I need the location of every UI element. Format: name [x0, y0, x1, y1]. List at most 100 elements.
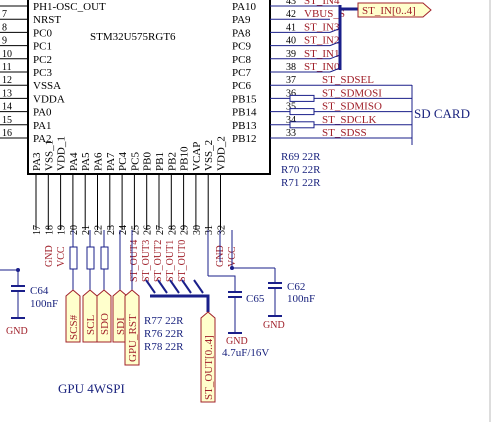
pin-name: PA6 [93, 152, 105, 171]
port-sdo-label: SDO [99, 313, 111, 335]
bottom-pin: PB1 27 [154, 152, 166, 235]
pin-number: 15 [2, 115, 12, 126]
port-scl-label: SCL [85, 315, 97, 335]
bottom-pin: PB10 29 [179, 146, 191, 235]
bottom-pin: PA4 20 [68, 152, 80, 235]
pin-name: PB0 [142, 152, 154, 171]
pin-number: 26 [143, 225, 154, 235]
pin-number: 18 [44, 225, 55, 235]
pin-name: VSS_1 [43, 140, 55, 171]
pin-number: 38 [286, 62, 296, 73]
bottom-pin: VDD_2 32 [216, 136, 228, 235]
sd-resistor-2 [289, 108, 315, 116]
gnd-c65: GND [226, 336, 248, 347]
r69-ref: R69 [281, 151, 300, 163]
bottom-pin: PC424 [117, 152, 129, 235]
pin-name: PA5 [80, 152, 92, 171]
net-label: ST_IN1 [304, 48, 339, 60]
bottom-pin: PA7 23 [105, 152, 117, 235]
gpu-resistors [69, 230, 133, 290]
pin-name: PC7 [232, 67, 251, 79]
net-label: ST_IN2 [304, 35, 339, 47]
right-pins: PA10 43 ST_IN4PA9 42 VBUS_SPA8 41 ST_IN3PC9 40 S… [232, 0, 412, 145]
pin-name: PB14 [232, 107, 257, 119]
pin-number: 39 [286, 49, 296, 60]
pin-name: PA9 [232, 14, 251, 26]
mcu-part-number: STM32U575RGT6 [90, 31, 176, 43]
gpu-label: GPU 4WSPI [58, 381, 125, 396]
bottom-net-label: ST_OUT2 [153, 240, 164, 282]
bottom-net-label: ST_OUT3 [141, 240, 152, 282]
pin-name: VSS_2 [203, 140, 215, 171]
left-pin: PH1-OSC_OUT [0, 1, 106, 13]
r76-ref: R76 [144, 328, 163, 340]
schematic: STM32U575RGT6 PH1-OSC_OUT 7 NRST 8 PC0 9 PC1 10… [0, 0, 491, 422]
pin-name: PA3 [31, 152, 43, 171]
sd-resistor-3 [289, 121, 315, 129]
port-scs-label: SCS# [68, 314, 80, 340]
pin-number: 33 [286, 128, 296, 139]
bottom-net-label: ST_OUT0 [177, 240, 188, 282]
pin-number: 12 [2, 75, 12, 86]
port-sdi-label: SDI [115, 317, 127, 335]
r71-value: 22R [302, 177, 321, 189]
pin-number: 37 [286, 75, 296, 86]
bottom-pin: VSS_2 31 [203, 140, 215, 235]
r76-label: R76 22R [144, 328, 184, 340]
pin-name: PC1 [33, 41, 52, 53]
pin-name: PC8 [232, 54, 251, 66]
pin-name: PB10 [179, 146, 191, 171]
pin-name: NRST [33, 14, 61, 26]
c64-wiring [0, 268, 25, 319]
r70-ref: R70 [281, 164, 300, 176]
pin-number: 27 [155, 225, 166, 235]
r71-label: R71 22R [281, 177, 321, 189]
pin-name: PB13 [232, 120, 257, 132]
pin-name: VDD_2 [216, 136, 228, 171]
pin-number: 30 [192, 225, 203, 235]
pin-name: PC5 [129, 152, 141, 171]
pin-name: VSSA [33, 80, 61, 92]
r78-ref: R78 [144, 341, 163, 353]
pin-number: 32 [217, 225, 228, 235]
net-label: ST_SDSEL [322, 74, 374, 86]
gnd-c62: GND [263, 320, 285, 331]
r78-value: 22R [165, 341, 184, 353]
bottom-pin: VCAP 30 [191, 142, 203, 235]
pin-number: 41 [286, 22, 296, 33]
net-label: ST_SDSS [322, 127, 367, 139]
pin-number: 16 [2, 128, 12, 139]
gpu-ports: SCS# SCL SDO SDI GPU_RST [65, 289, 140, 366]
c64-ref: C64 [30, 285, 49, 297]
r69-label: R69 22R [281, 151, 321, 163]
pin-name: VCAP [191, 142, 203, 171]
pin-number: 7 [2, 9, 7, 20]
pin-number: 31 [204, 225, 215, 235]
r69-value: 22R [302, 151, 321, 163]
left-pins: PH1-OSC_OUT 7 NRST 8 PC0 9 PC1 10 PC2 11 PC3 12 VSSA… [0, 1, 106, 145]
bottom-net-label: GND [44, 245, 55, 267]
pin-name: PB1 [154, 152, 166, 171]
c62-value: 100nF [287, 293, 315, 305]
net-label: ST_SDCLK [322, 114, 376, 126]
pin-number: 42 [286, 9, 296, 20]
gnd-c64: GND [6, 326, 28, 337]
port-gpu-rst-label: GPU_RST [127, 314, 139, 362]
pin-name: PC4 [117, 152, 129, 171]
c62-ref: C62 [287, 281, 305, 293]
pin-name: PB2 [166, 152, 178, 171]
pin-number: 9 [2, 36, 7, 47]
bottom-net-label: ST_OUT4 [129, 240, 140, 282]
st-out-port-label: ST_OUT[0..4] [203, 335, 215, 400]
pin-name: PH1-OSC_OUT [33, 1, 106, 13]
pin-name: PC9 [232, 41, 251, 53]
r76-value: 22R [165, 328, 184, 340]
c65-ref: C65 [246, 293, 265, 305]
right-pin: PB12 33 ST_SDSS [232, 127, 412, 145]
net-label: ST_SDMISO [322, 101, 382, 113]
pin-number: 43 [286, 0, 296, 7]
bottom-pin: PC525 [129, 152, 141, 235]
pin-name: PC2 [33, 54, 52, 66]
r78-label: R78 22R [144, 341, 184, 353]
pin-number: 17 [32, 225, 43, 235]
